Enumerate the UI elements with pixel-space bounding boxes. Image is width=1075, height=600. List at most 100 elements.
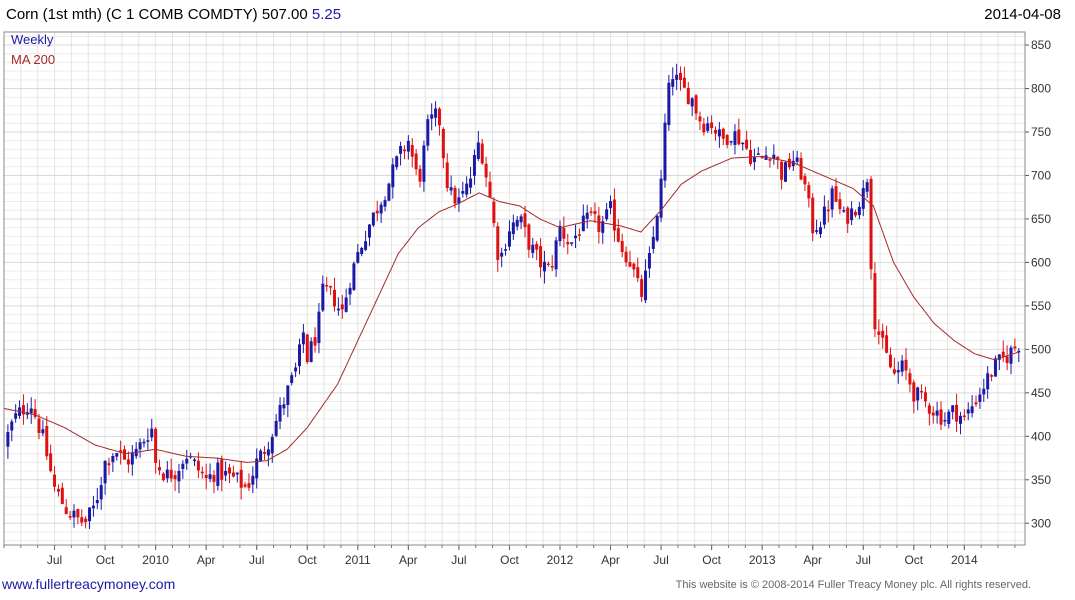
candle-body [780, 161, 784, 180]
candle-body [554, 240, 558, 270]
candle-body [853, 211, 857, 216]
x-tick-label: Jul [47, 553, 62, 567]
candle-body [624, 251, 628, 263]
candle-body [927, 405, 931, 414]
candle-body [212, 475, 216, 482]
candle-body [698, 116, 702, 122]
candle-body [527, 224, 531, 250]
candle-body [266, 449, 270, 456]
candle-body [177, 471, 181, 482]
candle-body [60, 487, 64, 504]
candle-body [842, 210, 846, 212]
candle-body [873, 273, 877, 330]
candle-body [1001, 351, 1005, 357]
candle-body [406, 140, 410, 152]
candle-body [251, 475, 255, 485]
candle-body [239, 469, 243, 488]
candle-body [885, 335, 889, 353]
candle-body [612, 199, 616, 231]
x-tick-label: 2010 [142, 553, 169, 567]
candle-body [869, 178, 873, 270]
candle-body [647, 253, 651, 269]
candle-body [947, 411, 951, 424]
candle-body [356, 251, 360, 263]
candle-body [325, 284, 329, 287]
candle-body [301, 332, 305, 345]
candle-body [305, 334, 309, 363]
candle-body [958, 415, 962, 424]
candle-body [169, 469, 173, 479]
price-chart: 300 350 400 450 500 550 600 650 700 750 800 850 Jul O… [3, 31, 1051, 567]
candle-body [675, 74, 679, 80]
candle-body [414, 153, 418, 170]
candle-body [908, 373, 912, 385]
candle-body [682, 77, 686, 88]
candle-body [344, 297, 348, 312]
candle-body [391, 164, 395, 188]
candle-body [846, 207, 850, 224]
candle-body [103, 461, 107, 484]
candle-body [418, 168, 422, 182]
candle-body [811, 197, 815, 234]
candle-body [348, 287, 352, 295]
site-link[interactable]: www.fullertreacymoney.com [2, 576, 175, 592]
candle-body [737, 129, 741, 145]
candle-body [733, 131, 737, 145]
candle-body [702, 123, 706, 133]
candle-body [294, 367, 298, 372]
candle-body [577, 234, 581, 236]
candle-body [371, 212, 375, 226]
candle-body [570, 242, 574, 244]
candle-body [896, 370, 900, 373]
candle-body [725, 135, 729, 145]
candle-body [799, 158, 803, 180]
legend-ma-200: MA 200 [11, 52, 56, 67]
candle-body [161, 473, 165, 481]
candle-body [943, 419, 947, 422]
candle-body [574, 235, 578, 239]
candle-body [920, 390, 924, 393]
candle-body [99, 485, 103, 500]
candle-body [88, 507, 92, 522]
candle-body [364, 241, 368, 250]
x-tick-label: 2012 [547, 553, 574, 567]
candle-body [208, 474, 212, 479]
candle-body [282, 404, 286, 409]
y-tick-label: 500 [1031, 342, 1051, 356]
candle-body [107, 463, 111, 466]
candle-body [581, 215, 585, 232]
y-tick-label: 600 [1031, 255, 1051, 269]
candle-body [822, 206, 826, 225]
candle-body [84, 518, 88, 523]
candle-body [150, 428, 154, 438]
candle-body [228, 467, 232, 474]
candle-body [496, 226, 500, 260]
candle-body [935, 410, 939, 416]
candle-body [472, 155, 476, 176]
candle-body [982, 388, 986, 395]
candle-body [756, 153, 760, 155]
candle-body [690, 98, 694, 107]
candle-body [892, 369, 896, 374]
candle-body [45, 426, 49, 457]
candle-body [865, 182, 869, 192]
candle-body [717, 129, 721, 137]
candle-body [317, 311, 321, 344]
candle-body [955, 404, 959, 422]
candle-body [286, 385, 290, 405]
legend-weekly: Weekly [11, 32, 54, 47]
x-tick-label: Apr [803, 553, 822, 567]
y-tick-label: 800 [1031, 82, 1051, 96]
candle-body [270, 436, 274, 454]
candle-body [247, 483, 251, 488]
candle-body [399, 146, 403, 154]
candle-body [620, 240, 624, 253]
candle-body [523, 213, 527, 228]
candle-body [29, 408, 33, 414]
candle-body [830, 188, 834, 210]
candle-body [803, 176, 807, 185]
candle-body [10, 421, 14, 431]
candle-body [142, 441, 146, 444]
x-tick-label: 2011 [345, 553, 371, 567]
candle-body [729, 141, 733, 143]
